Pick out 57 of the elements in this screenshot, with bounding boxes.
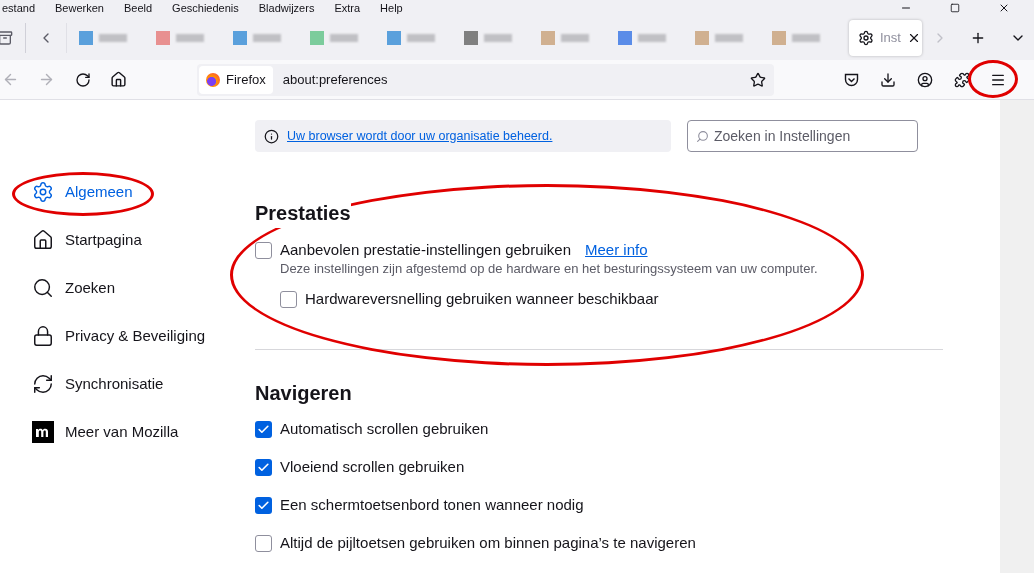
checkmark-icon	[257, 461, 270, 474]
gear-icon	[858, 30, 874, 46]
checkbox[interactable]	[280, 291, 297, 308]
url-text: about:preferences	[282, 70, 388, 89]
home-icon	[32, 229, 54, 251]
search-field[interactable]: Zoeken in Instellingen	[687, 120, 918, 152]
option-label[interactable]: Vloeiend scrollen gebruiken	[280, 456, 465, 479]
sync-icon	[32, 373, 54, 395]
sidebar-item[interactable]: Algemeen	[32, 181, 255, 203]
menu-item[interactable]: estand	[2, 2, 36, 14]
checkbox[interactable]	[255, 535, 272, 552]
menu-item[interactable]: Beeld	[123, 2, 153, 14]
more-info-link[interactable]: Meer info	[585, 238, 648, 262]
mozilla-m-icon	[32, 421, 54, 443]
option-description: Deze instellingen zijn afgestemd op de hardware en het besturingssysteem van uw computer.	[280, 260, 819, 278]
maximize-icon[interactable]	[950, 3, 960, 13]
search-icon	[32, 277, 54, 299]
checkmark-icon	[257, 423, 270, 436]
lock-icon	[32, 325, 54, 347]
option-label[interactable]: Automatisch scrollen gebruiken	[280, 418, 489, 441]
option-label[interactable]: Aanbevolen prestatie-instellingen gebruiken	[280, 238, 572, 262]
search-icon	[696, 129, 709, 143]
menu-item[interactable]: Geschiedenis	[172, 2, 239, 14]
sidebar-item[interactable]: Meer van Mozilla	[32, 421, 255, 443]
close-icon[interactable]	[998, 2, 1010, 14]
sidebar-item[interactable]: Synchronisatie	[32, 373, 255, 395]
new-tab-icon[interactable]	[970, 30, 986, 46]
checkbox[interactable]	[255, 241, 272, 259]
reload-icon[interactable]	[75, 71, 91, 88]
address-bar[interactable]: Firefox about:preferences	[197, 63, 774, 96]
sidebar-item[interactable]: Privacy & Beveiliging	[32, 325, 255, 347]
pocket-icon[interactable]	[844, 72, 859, 87]
download-icon[interactable]	[880, 71, 896, 88]
home-icon[interactable]	[110, 71, 127, 88]
account-icon[interactable]	[917, 71, 933, 88]
checkmark-icon	[257, 499, 270, 512]
tab-overview-icon[interactable]	[0, 30, 13, 46]
checkbox[interactable]	[255, 459, 272, 476]
menu-item[interactable]: Bladwijzers	[258, 2, 315, 14]
option-label[interactable]: Hardwareversnelling gebruiken wanneer beschikbaar	[305, 288, 659, 311]
identity-box[interactable]: Firefox	[199, 65, 273, 94]
info-icon	[264, 128, 279, 144]
gear-icon	[32, 181, 54, 203]
menu-item[interactable]: Bewerken	[55, 2, 104, 14]
managed-notice-link[interactable]: Uw browser wordt door uw organisatie beheerd.	[287, 126, 553, 146]
sidebar-item[interactable]: Zoeken	[32, 277, 255, 299]
option-label[interactable]: Een schermtoetsenbord tonen wanneer nodig	[280, 494, 584, 517]
search-input[interactable]: Zoeken in Instellingen	[714, 125, 909, 147]
extensions-icon[interactable]	[954, 71, 970, 88]
menu-item[interactable]: Extra	[334, 2, 361, 14]
bookmark-star-icon[interactable]	[750, 71, 766, 88]
sidebar-item[interactable]: Startpagina	[32, 229, 255, 251]
checkbox[interactable]	[255, 497, 272, 514]
checkbox[interactable]	[255, 421, 272, 438]
menu-item[interactable]: Help	[380, 2, 403, 14]
option-label[interactable]: Altijd de pijltoetsen gebruiken om binnen pagina’s te navigeren	[280, 532, 696, 555]
highlight-ellipse	[968, 60, 1018, 98]
